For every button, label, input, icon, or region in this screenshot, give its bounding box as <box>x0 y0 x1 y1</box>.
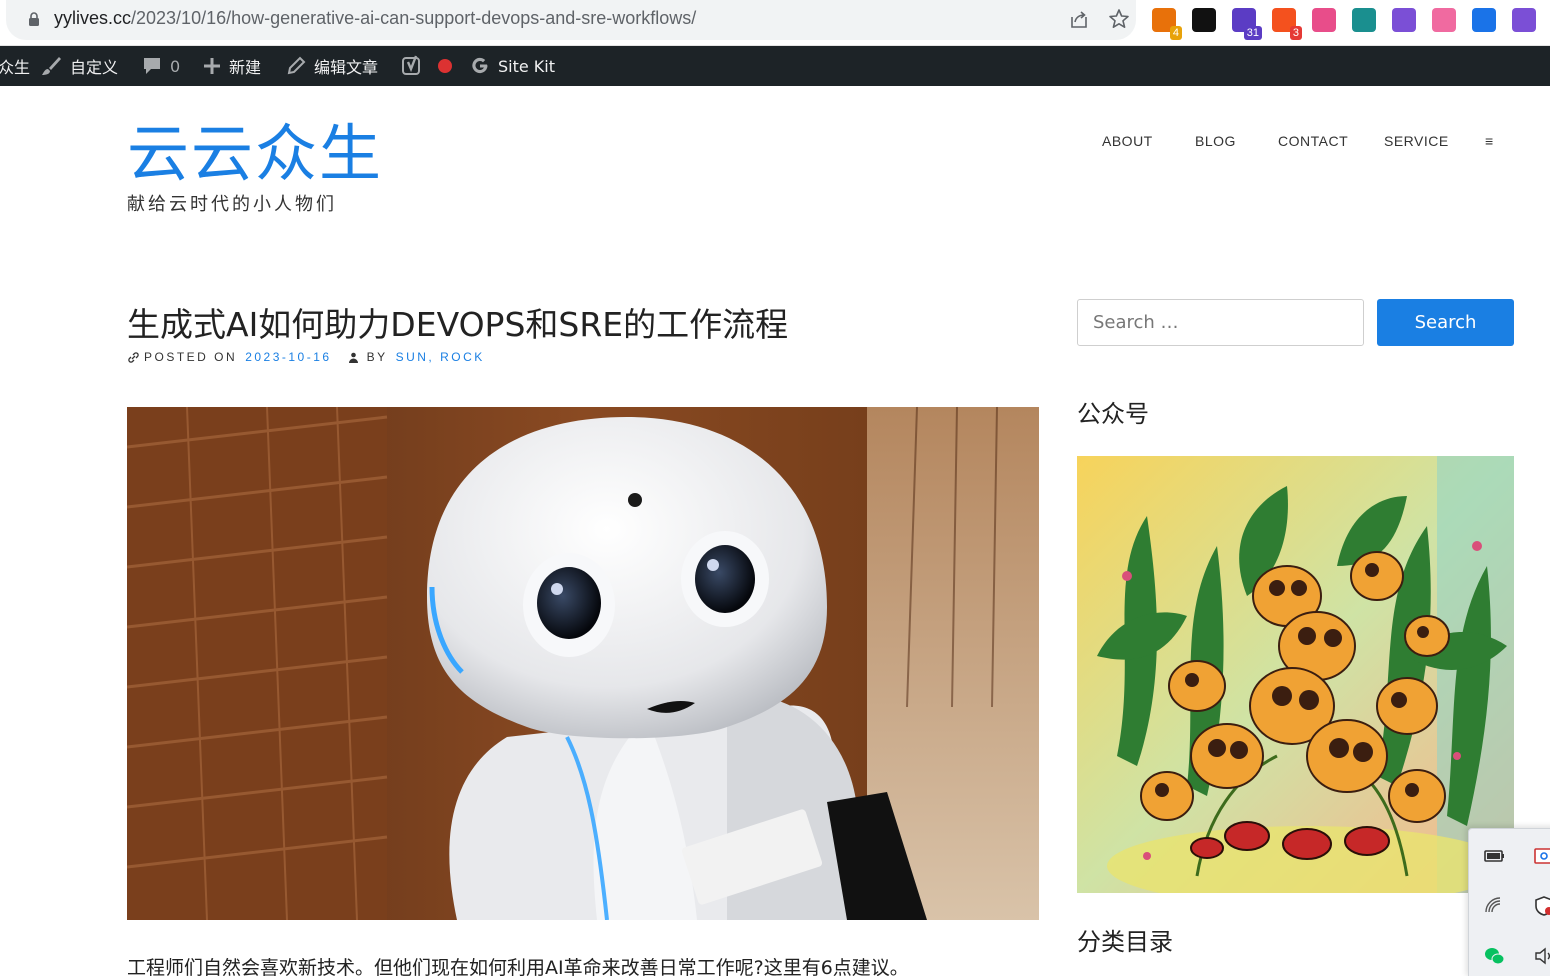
search-input[interactable] <box>1077 299 1364 346</box>
lock-icon[interactable] <box>28 12 40 27</box>
post-meta: POSTED ON 2023-10-16 BY SUN, ROCK <box>127 350 485 364</box>
extension-ext-9-icon[interactable] <box>1472 8 1496 32</box>
post-author-link[interactable]: SUN, ROCK <box>396 350 485 364</box>
yoast-icon <box>402 55 420 75</box>
brush-icon <box>42 57 61 75</box>
site-description: 献给云时代的小人物们 <box>127 194 337 215</box>
admin-comments[interactable]: 0 <box>142 46 180 86</box>
share-icon[interactable] <box>1068 9 1090 31</box>
admin-comments-count: 0 <box>170 56 181 76</box>
pencil-icon <box>287 56 306 75</box>
comment-icon <box>144 58 160 74</box>
admin-yoast[interactable] <box>402 46 452 86</box>
extension-openai-icon[interactable] <box>1512 8 1536 32</box>
extension-translate-icon[interactable] <box>1312 8 1336 32</box>
robot-illustration <box>127 407 1039 920</box>
admin-site-name-label: 众生 <box>0 58 31 77</box>
extension-ext-3-icon[interactable]: 31 <box>1232 8 1262 40</box>
browser-toolbar: yylives.cc/2023/10/16/how-generative-ai-… <box>0 0 1550 46</box>
widget-title-categories: 分类目录 <box>1077 928 1173 956</box>
address-bar[interactable]: yylives.cc/2023/10/16/how-generative-ai-… <box>6 0 1136 40</box>
admin-customize-label: 自定义 <box>70 58 119 77</box>
url-text[interactable]: yylives.cc/2023/10/16/how-generative-ai-… <box>54 8 696 29</box>
search-button[interactable]: Search <box>1377 299 1514 346</box>
extension-badge: 4 <box>1169 26 1182 40</box>
admin-new[interactable]: 新建 <box>203 46 261 86</box>
nav-service[interactable]: SERVICE <box>1384 133 1449 149</box>
post-excerpt: 工程师们自然会喜欢新技术。但他们现在如何利用AI革命来改善日常工作呢?这里有6点… <box>127 957 909 976</box>
nav-contact[interactable]: CONTACT <box>1278 133 1348 149</box>
plus-icon <box>204 58 220 74</box>
wp-admin-bar: 众生 自定义 0 新建 编辑文章 Site Kit <box>0 46 1550 86</box>
battery-icon[interactable] <box>1483 845 1505 867</box>
admin-site-kit-label: Site Kit <box>498 56 556 76</box>
link-icon <box>128 351 139 363</box>
by-label: BY <box>366 350 388 364</box>
site-title[interactable]: 云云众生 <box>127 118 383 190</box>
nav-menu-toggle[interactable]: ≡ <box>1485 133 1494 149</box>
nav-about[interactable]: ABOUT <box>1102 133 1153 149</box>
extension-badge: 31 <box>1243 26 1262 40</box>
wechat-qr-artwork[interactable] <box>1077 456 1514 893</box>
screen-capture-icon[interactable] <box>1533 845 1550 867</box>
wechat-icon[interactable] <box>1483 945 1505 967</box>
admin-new-label: 新建 <box>229 58 262 77</box>
extension-ext-1-icon[interactable]: 4 <box>1152 8 1182 40</box>
post-title: 生成式AI如何助力DEVOPS和SRE的工作流程 <box>127 305 789 344</box>
ants-illustration <box>1077 456 1514 893</box>
posted-on-label: POSTED ON <box>144 350 238 364</box>
admin-edit-post[interactable]: 编辑文章 <box>286 46 378 86</box>
user-icon <box>348 352 358 363</box>
nav-blog[interactable]: BLOG <box>1195 133 1236 149</box>
url-path: /2023/10/16/how-generative-ai-can-suppor… <box>131 8 697 28</box>
security-shield-icon[interactable] <box>1533 895 1550 917</box>
post-date-link[interactable]: 2023-10-16 <box>245 350 331 364</box>
admin-site-name[interactable]: 众生 <box>0 46 30 86</box>
system-tray-popup <box>1468 828 1550 976</box>
url-domain: yylives.cc <box>54 8 132 28</box>
extension-notion-icon[interactable] <box>1192 8 1216 32</box>
extension-ext-8-icon[interactable] <box>1432 8 1456 32</box>
google-g-icon <box>472 57 488 74</box>
extension-badge: 3 <box>1289 26 1302 40</box>
extension-ext-4-icon[interactable]: 3 <box>1272 8 1302 40</box>
yoast-status-dot <box>438 59 452 73</box>
volume-icon[interactable] <box>1533 945 1550 967</box>
widget-title-wechat: 公众号 <box>1077 400 1149 428</box>
admin-edit-post-label: 编辑文章 <box>314 58 379 77</box>
admin-customize[interactable]: 自定义 <box>40 46 118 86</box>
wifi-icon[interactable] <box>1483 895 1505 917</box>
admin-site-kit[interactable]: Site Kit <box>470 46 555 86</box>
featured-image-robot[interactable] <box>127 407 1039 920</box>
bookmark-star-icon[interactable] <box>1108 8 1130 30</box>
extension-ext-7-icon[interactable] <box>1392 8 1416 32</box>
extension-ext-6-icon[interactable] <box>1352 8 1376 32</box>
